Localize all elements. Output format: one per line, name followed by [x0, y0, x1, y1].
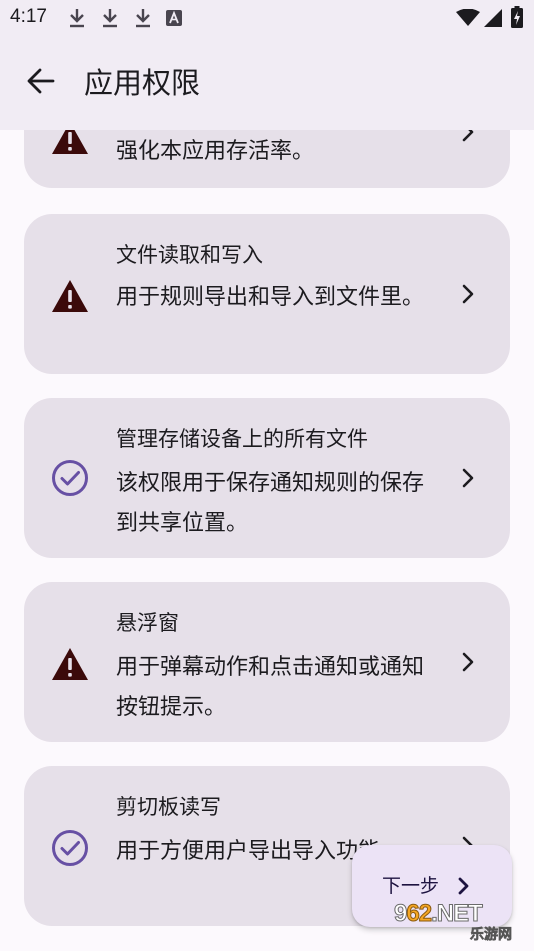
signal-icon: [484, 9, 502, 31]
check-circle-icon: [48, 826, 92, 870]
download-icon: [134, 8, 152, 32]
permission-description: 用于弹幕动作和点击通知或通知按钮提示。: [116, 655, 425, 720]
status-time: 4:17: [10, 6, 47, 27]
permission-description: 用于规则导出和导入到文件里。: [116, 285, 425, 310]
chevron-right-icon: [458, 650, 478, 674]
next-step-label: 下一步: [382, 875, 440, 897]
permission-list[interactable]: 强化本应用存活率。 文件读取和写入 用于规则导出和导入到文件里。 管理存储设备上…: [0, 0, 534, 951]
status-bar: 4:17: [0, 0, 534, 36]
permission-description: 该权限用于保存通知规则的保存到共享位置。: [116, 471, 425, 536]
arrow-back-icon: [27, 68, 55, 98]
permission-description: 强化本应用存活率。: [116, 139, 315, 164]
watermark-subtitle: 乐游网: [470, 927, 513, 944]
permission-title: 文件读取和写入: [116, 243, 263, 267]
site-watermark: 962.NET 乐游网: [393, 900, 530, 946]
page-title: 应用权限: [84, 66, 201, 100]
chevron-right-icon: [454, 875, 474, 897]
battery-charging-icon: [511, 6, 523, 32]
watermark-logo: 962.NET: [393, 900, 483, 928]
permission-card-manage-storage[interactable]: 管理存储设备上的所有文件 该权限用于保存通知规则的保存到共享位置。: [24, 398, 510, 558]
check-circle-icon: [48, 456, 92, 500]
permission-card-file-access[interactable]: 文件读取和写入 用于规则导出和导入到文件里。: [24, 214, 510, 374]
chevron-right-icon: [458, 466, 478, 490]
permission-card-overlay[interactable]: 悬浮窗 用于弹幕动作和点击通知或通知按钮提示。: [24, 582, 510, 742]
warning-icon: [48, 642, 92, 686]
permission-title: 管理存储设备上的所有文件: [116, 427, 368, 451]
permission-title: 悬浮窗: [116, 611, 179, 635]
app-bar: 应用权限: [0, 36, 534, 130]
permission-title: 剪切板读写: [116, 795, 221, 819]
warning-icon: [48, 274, 92, 318]
chevron-right-icon: [458, 282, 478, 306]
a-badge-icon: [166, 10, 182, 30]
download-icon: [101, 8, 119, 32]
back-button[interactable]: [20, 62, 62, 104]
wifi-icon: [456, 8, 480, 31]
download-icon: [68, 8, 86, 32]
